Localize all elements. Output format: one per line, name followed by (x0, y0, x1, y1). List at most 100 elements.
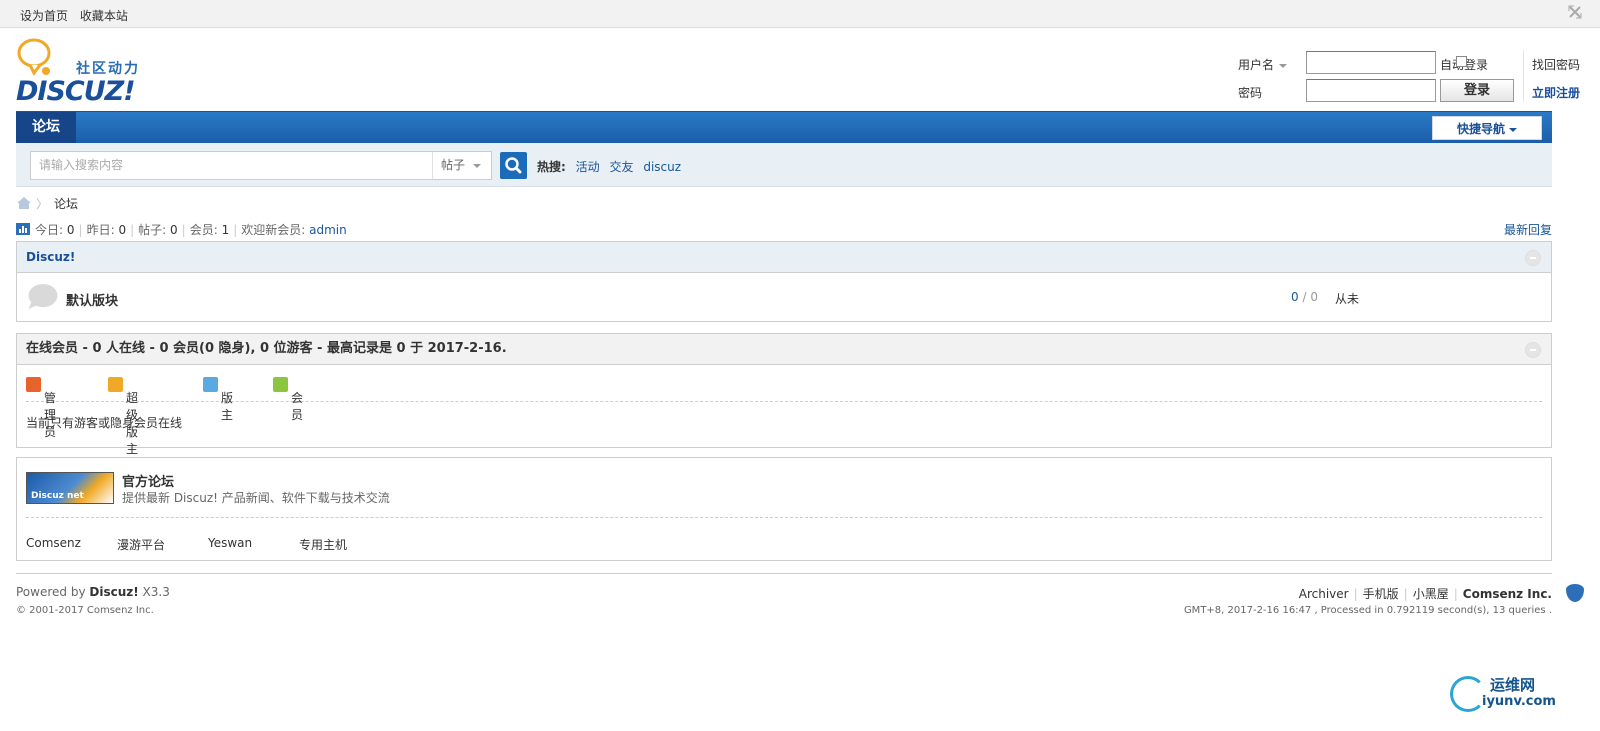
collapse-icon[interactable] (1525, 342, 1541, 358)
category-title[interactable]: Discuz! (26, 250, 75, 264)
divider: | (1403, 587, 1408, 601)
yesterday-label: 昨日: (86, 223, 115, 237)
forum-stats: 今日: 0 | 昨日: 0 | 帖子: 0 | 会员: 1 | 欢迎新会员: admin 最新回… (16, 221, 1552, 238)
powered-brand-link[interactable]: Discuz! (89, 585, 138, 599)
security-shield-icon[interactable] (1566, 584, 1584, 602)
archiver-link[interactable]: Archiver (1299, 587, 1349, 601)
company-link[interactable]: Comsenz Inc. (1463, 587, 1552, 601)
posts-count: 0 (170, 223, 178, 237)
legend-label: 版主 (221, 391, 234, 422)
username-type-select[interactable]: 用户名 (1238, 56, 1288, 73)
chart-icon (16, 223, 30, 235)
hot-search-label: 热搜: (537, 160, 566, 174)
legend-member: 会员 (273, 377, 303, 422)
logo-tagline: 社区动力 (76, 61, 140, 77)
hot-search-link[interactable]: discuz (643, 160, 681, 174)
post-count: 0 (1310, 290, 1318, 304)
newest-member-label: 欢迎新会员: (241, 223, 306, 237)
home-icon[interactable] (16, 196, 32, 210)
username-input[interactable] (1306, 51, 1436, 74)
official-forum-link[interactable]: 官方论坛 (122, 471, 174, 490)
bookmark-site-link[interactable]: 收藏本站 (80, 9, 128, 23)
search-type-select[interactable]: 帖子 (432, 151, 492, 180)
set-homepage-link[interactable]: 设为首页 (20, 9, 68, 23)
logo-wordmark: DISCUZ! (16, 76, 136, 107)
friend-link[interactable]: Comsenz (26, 536, 81, 550)
search-button[interactable] (500, 152, 527, 179)
autologin-checkbox[interactable]: 自动登录 (1440, 56, 1488, 73)
register-link[interactable]: 立即注册 (1532, 84, 1580, 101)
header: 社区动力 DISCUZ! 用户名 密码 自动登录 登录 找回密码 立即注册 (0, 28, 1600, 112)
forum-bubble-icon (28, 283, 58, 310)
admin-user-icon (26, 377, 41, 392)
blacklist-link[interactable]: 小黑屋 (1413, 587, 1449, 601)
login-button[interactable]: 登录 (1440, 79, 1514, 102)
mod-user-icon (203, 377, 218, 392)
members-label: 会员: (189, 223, 218, 237)
posts-label: 帖子: (138, 223, 167, 237)
count-separator: / (1302, 290, 1307, 304)
checkbox-icon (1456, 56, 1467, 67)
yesterday-count: 0 (118, 223, 127, 237)
legend-label: 会员 (291, 391, 304, 422)
caret-down-icon (1279, 63, 1288, 68)
caret-down-icon (1509, 127, 1517, 132)
watermark-line1: 运维网 (1490, 676, 1536, 694)
breadcrumb-current: 论坛 (54, 197, 79, 211)
footer-links: Archiver | 手机版 | 小黑屋 | Comsenz Inc. (1299, 585, 1552, 602)
logo[interactable]: 社区动力 DISCUZ! (16, 38, 156, 107)
find-password-link[interactable]: 找回密码 (1532, 56, 1580, 73)
official-forum-desc: 提供最新 Discuz! 产品新闻、软件下载与技术交流 (122, 491, 390, 505)
close-icon[interactable] (1568, 4, 1582, 23)
watermark-line2: iyunv.com (1482, 694, 1556, 709)
hot-searches: 热搜: 活动 交友 discuz (537, 158, 687, 175)
top-links: 设为首页 收藏本站 (20, 7, 136, 24)
login-divider (1523, 50, 1524, 102)
powered-prefix: Powered by (16, 585, 90, 599)
caret-down-icon (473, 164, 481, 168)
friend-link[interactable]: Yeswan (208, 536, 252, 550)
mobile-link[interactable]: 手机版 (1363, 587, 1399, 601)
collapse-icon[interactable] (1525, 250, 1541, 266)
newest-member-link[interactable]: admin (309, 223, 347, 237)
legend-label: 管理员 (44, 391, 57, 439)
friend-links: Discuz net 官方论坛 提供最新 Discuz! 产品新闻、软件下载与技… (16, 457, 1552, 561)
members-count: 1 (221, 223, 230, 237)
friend-link[interactable]: 专用主机 (299, 536, 347, 553)
username-label: 用户名 (1238, 58, 1275, 72)
forum-name-link[interactable]: 默认版块 (66, 290, 118, 309)
tab-forum[interactable]: 论坛 (16, 112, 76, 143)
password-input[interactable] (1306, 79, 1436, 102)
divider: | (130, 223, 135, 237)
discuz-net-banner[interactable]: Discuz net (26, 472, 114, 504)
member-user-icon (273, 377, 288, 392)
forum-row: 默认版块 0 / 0 从未 (17, 273, 1551, 321)
divider: | (233, 223, 238, 237)
hot-search-link[interactable]: 活动 (576, 160, 600, 174)
friend-link[interactable]: 漫游平台 (117, 536, 165, 553)
quick-nav-label: 快捷导航 (1456, 122, 1505, 136)
member-legend: 管理员 超级版主 版主 会员 (26, 365, 1542, 456)
online-header: 在线会员 - 0 人在线 - 0 会员(0 隐身), 0 位游客 - 最高记录是… (17, 334, 1551, 365)
powered-version: X3.3 (138, 585, 170, 599)
banner-text: Discuz net (31, 491, 84, 501)
quick-nav-button[interactable]: 快捷导航 (1432, 116, 1542, 140)
watermark-logo: 运维网 iyunv.com (1450, 670, 1580, 720)
today-count: 0 (66, 223, 75, 237)
search-type-label: 帖子 (441, 158, 466, 172)
legend-label: 超级版主 (126, 391, 139, 456)
divider (26, 517, 1542, 518)
today-label: 今日: (35, 223, 64, 237)
online-members: 在线会员 - 0 人在线 - 0 会员(0 隐身), 0 位游客 - 最高记录是… (16, 333, 1552, 456)
legend-supermod: 超级版主 (108, 377, 138, 456)
hot-search-link[interactable]: 交友 (609, 160, 633, 174)
powered-by: Powered by Discuz! X3.3 (16, 585, 170, 599)
supermod-user-icon (108, 377, 123, 392)
search-input[interactable]: 请输入搜索内容 (30, 151, 433, 180)
latest-reply-link[interactable]: 最新回复 (1504, 221, 1552, 238)
breadcrumb: 〉论坛 (16, 195, 78, 211)
divider: | (181, 223, 186, 237)
forum-category: Discuz! 默认版块 0 / 0 从未 (16, 241, 1552, 322)
legend-admin: 管理员 (26, 377, 56, 439)
processed-info: GMT+8, 2017-2-16 16:47 , Processed in 0.… (1183, 605, 1552, 616)
